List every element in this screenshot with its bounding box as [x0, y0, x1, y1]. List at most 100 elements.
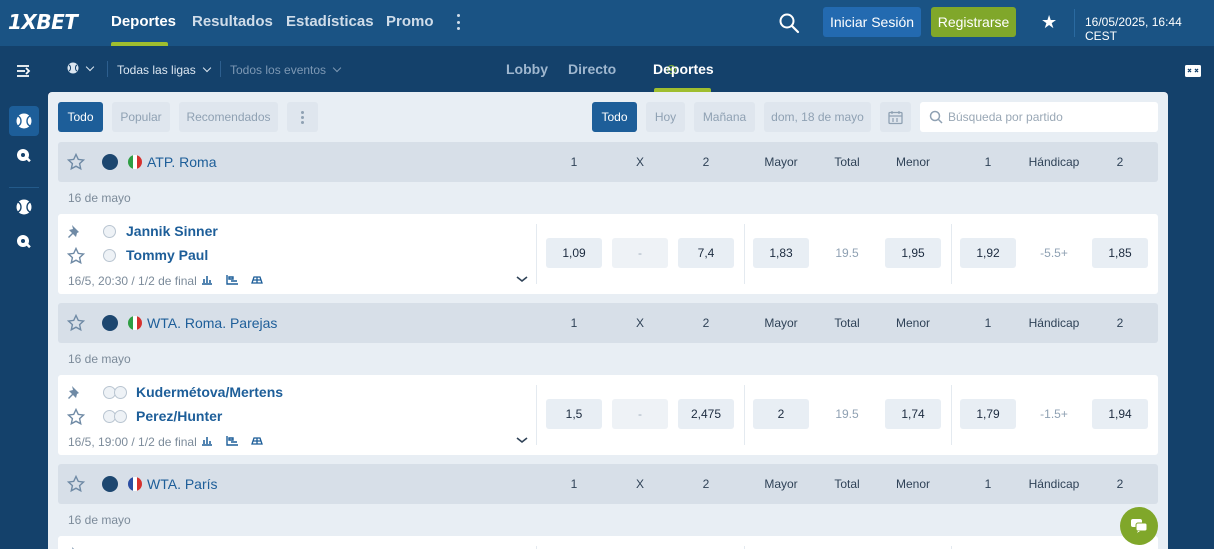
odd-under[interactable]: 1,74 [885, 399, 941, 429]
filter-popular[interactable]: Popular [112, 102, 170, 132]
calendar-icon[interactable] [880, 102, 911, 132]
star-outline-icon[interactable] [67, 314, 85, 332]
logo[interactable]: 1XBET [8, 10, 78, 34]
odd-w1[interactable]: 1,09 [546, 238, 602, 268]
star-outline-icon[interactable] [67, 408, 85, 426]
col-h1: 1 [984, 316, 992, 330]
match-card[interactable]: Jannik Sinner Tommy Paul 16/5, 20:30 / 1… [58, 214, 1158, 294]
register-button[interactable]: Registrarse [931, 7, 1016, 37]
nav-deportes[interactable]: Deportes [111, 13, 176, 30]
odd-over[interactable]: 1,83 [753, 238, 809, 268]
events-dropdown-label: Todos los eventos [230, 63, 327, 77]
nav-resultados[interactable]: Resultados [192, 13, 273, 30]
right-sidebar [1168, 46, 1214, 549]
league-header-wta-roma-parejas[interactable]: WTA. Roma. Parejas 1 X 2 Mayor Total Men… [58, 303, 1158, 343]
date-dom-18[interactable]: dom, 18 de mayo [764, 102, 871, 132]
col-total: Total [834, 316, 860, 330]
divider [744, 385, 745, 445]
table-tennis-icon[interactable] [9, 141, 39, 171]
player-avatar-icon [103, 225, 116, 238]
globe-icon [102, 154, 118, 170]
player-1[interactable]: Jannik Sinner [126, 223, 218, 239]
odd-h2[interactable]: 1,94 [1092, 399, 1148, 429]
sidebar-divider [9, 187, 39, 188]
odd-w2[interactable]: 2,475 [678, 399, 734, 429]
date-todo[interactable]: Todo [592, 102, 637, 132]
leagues-dropdown[interactable]: Todas las ligas [117, 63, 211, 77]
odd-h2[interactable]: 1,85 [1092, 238, 1148, 268]
chevron-down-icon [332, 63, 342, 73]
tennis-ball-icon-2[interactable] [9, 192, 39, 222]
col-h2: 2 [1116, 155, 1124, 169]
player-2[interactable]: Perez/Hunter [136, 408, 222, 424]
odd-x[interactable]: - [612, 238, 668, 268]
league-header-wta-paris[interactable]: WTA. París 1 X 2 Mayor Total Menor 1 Hán… [58, 464, 1158, 504]
date-manana[interactable]: Mañana [694, 102, 755, 132]
col-x: X [635, 316, 644, 330]
match-card[interactable] [58, 536, 1158, 549]
star-outline-icon[interactable] [67, 153, 85, 171]
odd-h1[interactable]: 1,92 [960, 238, 1016, 268]
col-handicap: Hándicap [1028, 155, 1080, 169]
date-label: 16 de mayo [68, 513, 131, 527]
odd-under[interactable]: 1,95 [885, 238, 941, 268]
divider [536, 224, 537, 284]
chevron-down-icon [85, 62, 95, 72]
date-hoy[interactable]: Hoy [646, 102, 685, 132]
stats-chart-icon[interactable] [201, 274, 213, 288]
bracket-icon[interactable] [226, 435, 239, 449]
pin-icon[interactable] [67, 384, 83, 400]
player-2[interactable]: Tommy Paul [126, 247, 208, 263]
chat-support-icon[interactable] [1120, 507, 1158, 545]
table-tennis-icon-2[interactable] [9, 227, 39, 257]
player-1[interactable]: Kudermétova/Mertens [136, 384, 283, 400]
player-avatar-icon [114, 386, 127, 399]
betslip-icon[interactable] [1184, 64, 1202, 78]
filter-todo[interactable]: Todo [58, 102, 103, 132]
sport-selector[interactable] [67, 62, 95, 76]
tab-deportes[interactable]: Deportes [653, 61, 714, 77]
star-outline-icon[interactable] [67, 247, 85, 265]
search-placeholder: Búsqueda por partido [948, 110, 1063, 124]
search-icon[interactable] [778, 12, 800, 34]
match-card[interactable]: Kudermétova/Mertens Perez/Hunter 16/5, 1… [58, 375, 1158, 455]
login-button[interactable]: Iniciar Sesión [823, 7, 921, 37]
odd-x[interactable]: - [612, 399, 668, 429]
court-icon[interactable] [250, 435, 264, 449]
col-x: X [635, 477, 644, 491]
tab-lobby[interactable]: Lobby [506, 61, 548, 77]
stats-chart-icon[interactable] [201, 435, 213, 449]
leagues-dropdown-label: Todas las ligas [117, 63, 196, 77]
pin-icon[interactable] [67, 545, 83, 549]
nav-estadisticas[interactable]: Estadísticas [286, 13, 374, 30]
odd-over[interactable]: 2 [753, 399, 809, 429]
court-icon[interactable] [250, 274, 264, 288]
odd-w2[interactable]: 7,4 [678, 238, 734, 268]
tab-directo[interactable]: Directo [568, 61, 616, 77]
italy-flag-icon [128, 155, 142, 169]
italy-flag-icon [128, 316, 142, 330]
odd-h1[interactable]: 1,79 [960, 399, 1016, 429]
odd-w1[interactable]: 1,5 [546, 399, 602, 429]
more-menu-icon[interactable] [450, 12, 466, 32]
match-search-input[interactable]: Búsqueda por partido [920, 102, 1158, 132]
events-dropdown[interactable]: Todos los eventos [230, 63, 342, 77]
collapse-menu-icon[interactable] [9, 56, 39, 86]
filter-recomendados[interactable]: Recomendados [179, 102, 278, 132]
favorites-star-icon[interactable]: ★ [1041, 12, 1057, 33]
bracket-icon[interactable] [226, 274, 239, 288]
chevron-down-icon[interactable] [515, 274, 529, 284]
tennis-ball-icon[interactable] [9, 106, 39, 136]
pin-icon[interactable] [67, 223, 83, 239]
col-mayor: Mayor [764, 155, 798, 169]
col-x: X [635, 155, 644, 169]
col-1: 1 [570, 316, 578, 330]
league-header-atp-roma[interactable]: ATP. Roma 1 X 2 Mayor Total Menor 1 Hánd… [58, 142, 1158, 182]
chevron-down-icon[interactable] [515, 435, 529, 445]
header-divider [1074, 9, 1075, 37]
more-filters-icon[interactable] [287, 102, 318, 132]
current-datetime: 16/05/2025, 16:44 CEST [1085, 15, 1182, 43]
ball-icon [67, 62, 79, 74]
star-outline-icon[interactable] [67, 475, 85, 493]
nav-promo[interactable]: Promo [386, 13, 434, 30]
